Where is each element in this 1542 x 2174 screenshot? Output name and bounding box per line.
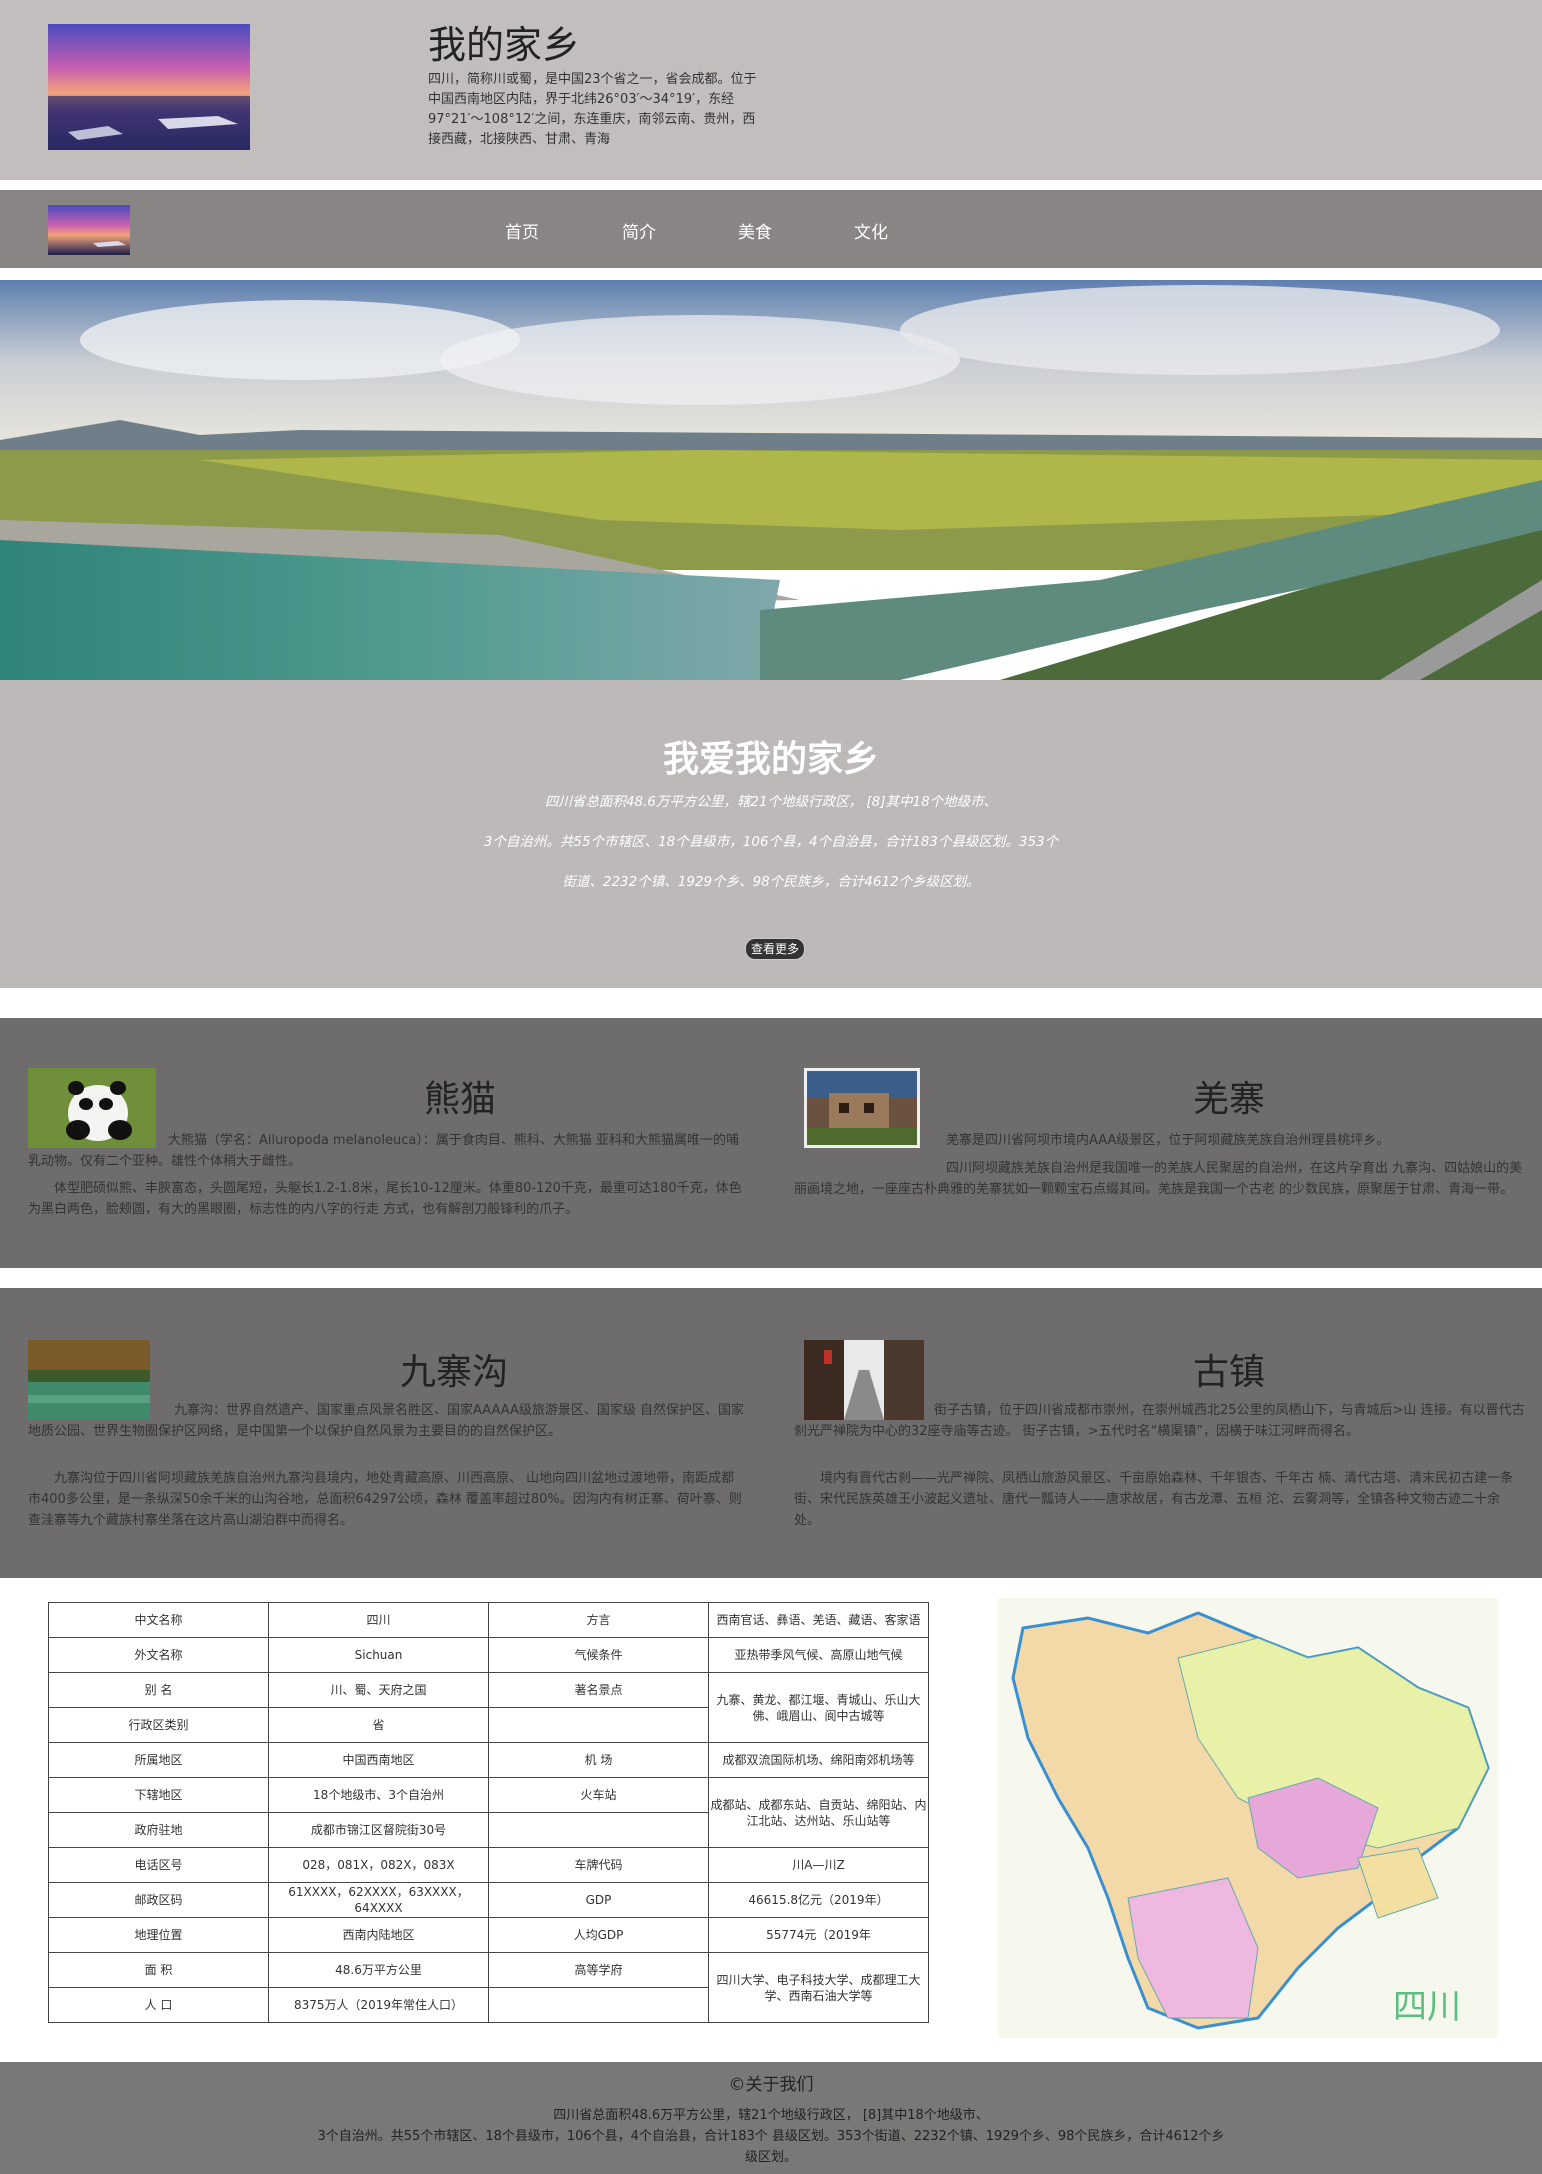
qiang-title: 羌寨 — [1193, 1079, 1266, 1120]
table-cell — [488, 1812, 709, 1848]
site-title: 我的家乡 — [428, 23, 581, 67]
table-cell: 行政区类别 — [48, 1707, 269, 1743]
ancient-town-text-1: 街子古镇，位于四川省成都市崇州，在崇州城西北25公里的凤栖山下，与青城后>山 连… — [794, 1403, 1525, 1439]
table-cell: 61XXXX，62XXXX，63XXXX，64XXXX — [268, 1882, 489, 1918]
table-cell — [488, 1987, 709, 2023]
table-cell: 成都双流国际机场、绵阳南郊机场等 — [708, 1742, 929, 1778]
table-cell: 车牌代码 — [488, 1847, 709, 1883]
table-cell: Sichuan — [268, 1637, 489, 1673]
love-text-line-2: 3个自治州。共55个市辖区、18个县级市，106个县，4个自治县，合计183个县… — [483, 834, 1059, 850]
view-more-button[interactable]: 查看更多 — [745, 938, 805, 960]
table-cell: 55774元（2019年 — [708, 1917, 929, 1953]
feature-row-1: 熊猫 大熊猫（学名：Ailuropoda melanoleuca）：属于食肉目、… — [0, 1018, 1542, 1268]
nav-logo-image[interactable] — [48, 205, 130, 255]
table-cell: 川A—川Z — [708, 1847, 929, 1883]
panda-text-1: 大熊猫（学名：Ailuropoda melanoleuca）：属于食肉目、熊科、… — [28, 1133, 739, 1169]
table-cell: 电话区号 — [48, 1847, 269, 1883]
table-cell: 下辖地区 — [48, 1777, 269, 1813]
table-cell: 地理位置 — [48, 1917, 269, 1953]
table-cell: 政府驻地 — [48, 1812, 269, 1848]
love-title: 我爱我的家乡 — [662, 739, 879, 780]
nav-item-intro[interactable]: 简介 — [622, 218, 656, 243]
qiang-text-2: 四川阿坝藏族羌族自治州是我国唯一的羌族人民聚居的自治州，在这片孕育出 九寨沟、四… — [794, 1161, 1523, 1197]
table-cell: 外文名称 — [48, 1637, 269, 1673]
feature-row-2: 九寨沟 九寨沟：世界自然遗产、国家重点风景名胜区、国家AAAAA级旅游景区、国家… — [0, 1288, 1542, 1578]
panda-text-2: 体型肥硕似熊、丰腴富态，头圆尾短，头躯长1.2-1.8米，尾长10-12厘米。体… — [28, 1181, 742, 1217]
header-sunset-image — [48, 24, 250, 150]
site-intro-text: 四川，简称川或蜀，是中国23个省之一，省会成都。位于中国西南地区内陆，界于北纬2… — [428, 72, 757, 147]
table-cell: 中文名称 — [48, 1602, 269, 1638]
ancient-town-text-2: 境内有晋代古刹——光严禅院、凤栖山旅游风景区、千亩原始森林、千年银杏、千年古 楠… — [794, 1471, 1514, 1528]
ancient-town-title: 古镇 — [1193, 1352, 1266, 1393]
table-cell: GDP — [488, 1882, 709, 1918]
province-info-table: 中文名称 四川 方言 西南官话、彝语、羌语、藏语、客家语 外文名称 Sichua… — [48, 1602, 929, 2023]
table-cell: 机 场 — [488, 1742, 709, 1778]
love-text-line-1: 四川省总面积48.6万平方公里，辖21个地级行政区， [8]其中18个地级市、 — [544, 794, 998, 810]
table-cell: 48.6万平方公里 — [268, 1952, 489, 1988]
table-cell: 西南官话、彝语、羌语、藏语、客家语 — [708, 1602, 929, 1638]
table-row: 中文名称 四川 方言 西南官话、彝语、羌语、藏语、客家语 — [48, 1602, 929, 1638]
table-row: 别 名 川、蜀、天府之国 著名景点 九寨、黄龙、都江堰、青城山、乐山大佛、峨眉山… — [48, 1672, 929, 1743]
table-cell: 18个地级市、3个自治州 — [268, 1777, 489, 1813]
table-cell: 九寨、黄龙、都江堰、青城山、乐山大佛、峨眉山、阆中古城等 — [708, 1672, 929, 1743]
table-cell: 省 — [268, 1707, 489, 1743]
table-cell: 方言 — [488, 1602, 709, 1638]
main-nav: 首页 简介 美食 文化 — [0, 190, 1542, 268]
table-row: 邮政区码 61XXXX，62XXXX，63XXXX，64XXXX GDP 466… — [48, 1882, 929, 1918]
table-row: 地理位置 西南内陆地区 人均GDP 55774元（2019年 — [48, 1917, 929, 1953]
love-section: 我爱我的家乡 四川省总面积48.6万平方公里，辖21个地级行政区， [8]其中1… — [0, 680, 1542, 988]
table-cell: 028，081X，082X，083X — [268, 1847, 489, 1883]
site-header: 我的家乡 四川，简称川或蜀，是中国23个省之一，省会成都。位于中国西南地区内陆，… — [0, 0, 1542, 180]
table-cell: 四川 — [268, 1602, 489, 1638]
love-text-line-3: 街道、2232个镇、1929个乡、98个民族乡，合计4612个乡级区划。 — [562, 874, 980, 890]
table-cell: 人均GDP — [488, 1917, 709, 1953]
table-cell: 高等学府 — [488, 1952, 709, 1988]
table-cell: 川、蜀、天府之国 — [268, 1672, 489, 1708]
table-cell: 别 名 — [48, 1672, 269, 1708]
footer-title: ©关于我们 — [728, 2075, 814, 2095]
table-cell: 面 积 — [48, 1952, 269, 1988]
table-cell: 邮政区码 — [48, 1882, 269, 1918]
map-label: 四川 — [1393, 1987, 1461, 2027]
table-row: 电话区号 028，081X，082X，083X 车牌代码 川A—川Z — [48, 1847, 929, 1883]
nav-item-food[interactable]: 美食 — [738, 218, 772, 243]
table-cell: 成都市锦江区督院街30号 — [268, 1812, 489, 1848]
table-cell — [488, 1707, 709, 1743]
table-cell: 成都站、成都东站、自贡站、绵阳站、内江北站、达州站、乐山站等 — [708, 1777, 929, 1848]
table-row: 所属地区 中国西南地区 机 场 成都双流国际机场、绵阳南郊机场等 — [48, 1742, 929, 1778]
panda-title: 熊猫 — [424, 1079, 497, 1120]
nav-item-culture[interactable]: 文化 — [854, 218, 888, 243]
table-row: 下辖地区 18个地级市、3个自治州 火车站 成都站、成都东站、自贡站、绵阳站、内… — [48, 1777, 929, 1848]
table-cell: 中国西南地区 — [268, 1742, 489, 1778]
table-row: 外文名称 Sichuan 气候条件 亚热带季风气候、高原山地气候 — [48, 1637, 929, 1673]
footer-text-line-3: 级区划。 — [744, 2150, 797, 2165]
nav-item-home[interactable]: 首页 — [505, 218, 539, 243]
sichuan-map-image: 四川 — [998, 1598, 1498, 2038]
table-cell: 火车站 — [488, 1777, 709, 1813]
jiuzhaigou-title: 九寨沟 — [400, 1352, 509, 1393]
footer-text-line-1: 四川省总面积48.6万平方公里，辖21个地级行政区， [8]其中18个地级市、 — [553, 2108, 989, 2123]
qiang-village-image — [804, 1068, 920, 1148]
qiang-text-1: 羌寨是四川省阿坝市境内AAA级景区，位于阿坝藏族羌族自治州理县桃坪乡。 — [946, 1133, 1390, 1148]
site-footer: ©关于我们 四川省总面积48.6万平方公里，辖21个地级行政区， [8]其中18… — [0, 2062, 1542, 2174]
footer-text-line-2: 3个自治州。共55个市辖区、18个县级市，106个县，4个自治县，合计183个 … — [317, 2129, 1225, 2144]
table-cell: 46615.8亿元（2019年） — [708, 1882, 929, 1918]
hero-landscape-image — [0, 280, 1542, 680]
jiuzhaigou-text-2: 九寨沟位于四川省阿坝藏族羌族自治州九寨沟县境内，地处青藏高原、川西高原、 山地向… — [28, 1471, 742, 1528]
table-cell: 8375万人（2019年常住人口） — [268, 1987, 489, 2023]
table-cell: 亚热带季风气候、高原山地气候 — [708, 1637, 929, 1673]
table-cell: 人 口 — [48, 1987, 269, 2023]
table-cell: 著名景点 — [488, 1672, 709, 1708]
table-cell: 气候条件 — [488, 1637, 709, 1673]
jiuzhaigou-text-1: 九寨沟：世界自然遗产、国家重点风景名胜区、国家AAAAA级旅游景区、国家级 自然… — [28, 1403, 745, 1439]
table-cell: 西南内陆地区 — [268, 1917, 489, 1953]
table-cell: 四川大学、电子科技大学、成都理工大学、西南石油大学等 — [708, 1952, 929, 2023]
table-row: 面 积 48.6万平方公里 高等学府 四川大学、电子科技大学、成都理工大学、西南… — [48, 1952, 929, 2023]
table-cell: 所属地区 — [48, 1742, 269, 1778]
